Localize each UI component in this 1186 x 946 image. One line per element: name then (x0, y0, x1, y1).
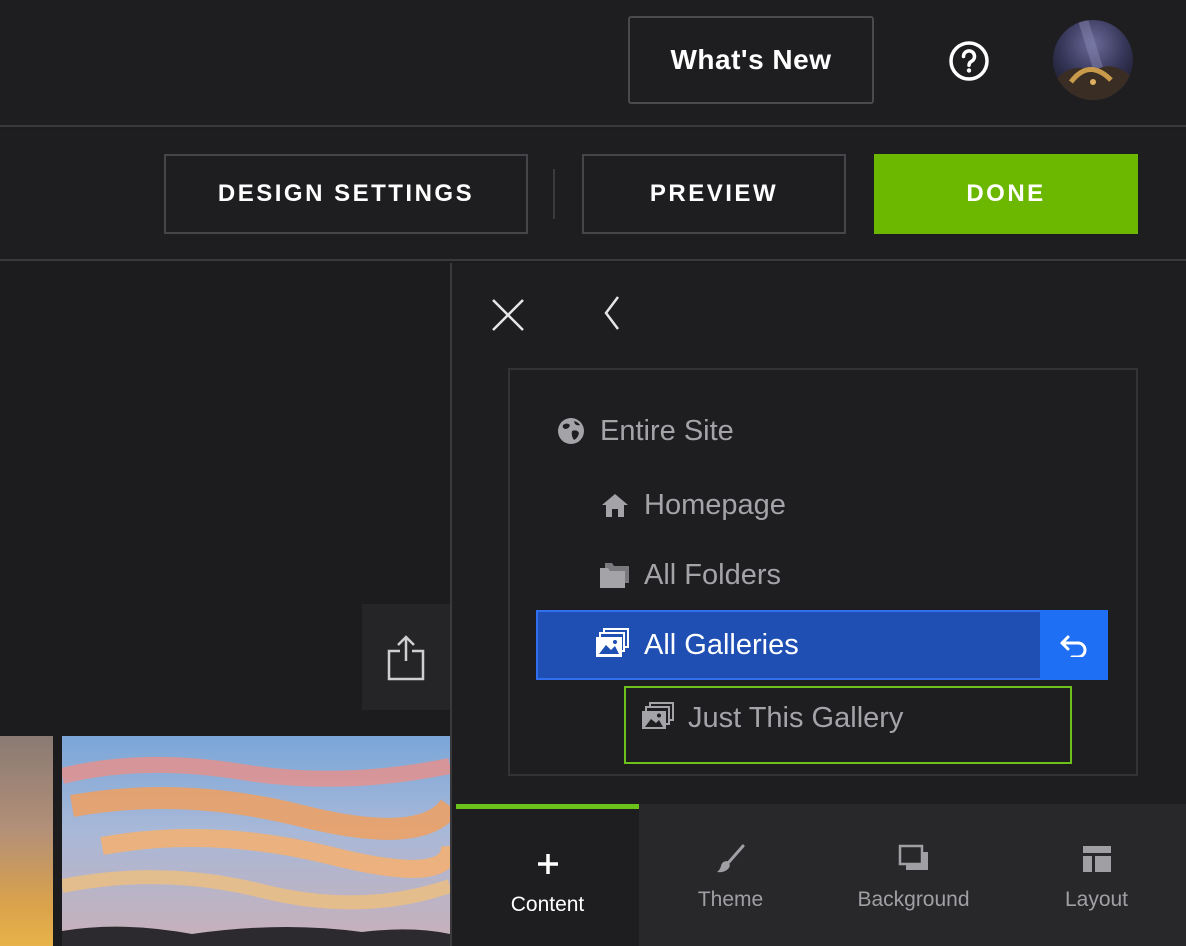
globe-icon (554, 414, 588, 448)
scope-item-label: Homepage (644, 488, 786, 521)
folders-icon (598, 558, 632, 592)
tab-label: Background (857, 888, 970, 911)
share-icon (387, 635, 425, 681)
scope-item-all-galleries[interactable]: All Galleries (536, 610, 1108, 680)
tab-label: Theme (697, 888, 764, 911)
gallery-thumbnail[interactable] (62, 736, 450, 946)
undo-icon (1060, 635, 1087, 657)
page-canvas (0, 263, 450, 946)
gallery-thumbnail[interactable] (0, 736, 53, 946)
tab-label: Content (510, 893, 585, 916)
scope-item-just-this-gallery[interactable]: Just This Gallery (624, 686, 1072, 764)
share-button[interactable] (362, 604, 450, 710)
close-icon[interactable] (488, 295, 528, 335)
scope-item-homepage[interactable]: Homepage (598, 488, 786, 522)
tab-background[interactable]: Background (822, 804, 1005, 946)
user-avatar[interactable] (1053, 20, 1133, 100)
panel-tabs: Content Theme Background Layout (456, 804, 1186, 946)
scope-item-all-folders[interactable]: All Folders (598, 558, 781, 592)
editor-toolbar: DESIGN SETTINGS PREVIEW DONE (0, 129, 1186, 261)
layout-icon (1005, 842, 1186, 876)
scope-item-label: All Galleries (644, 628, 799, 661)
scope-item-label: Just This Gallery (688, 701, 904, 734)
reset-button[interactable] (1040, 610, 1108, 680)
galleries-icon (596, 628, 630, 663)
help-icon[interactable] (948, 40, 990, 82)
tab-content[interactable]: Content (456, 804, 639, 946)
design-settings-button[interactable]: DESIGN SETTINGS (164, 154, 528, 234)
gallery-icon (642, 702, 674, 735)
toolbar-divider (553, 169, 555, 219)
plus-icon (456, 847, 639, 881)
tab-theme[interactable]: Theme (639, 804, 822, 946)
scope-item-label: Entire Site (600, 414, 734, 447)
tab-label: Layout (1064, 888, 1129, 911)
chevron-left-icon[interactable] (600, 293, 624, 333)
tab-layout[interactable]: Layout (1005, 804, 1186, 946)
scope-item-entire-site[interactable]: Entire Site (554, 414, 734, 448)
brush-icon (639, 842, 822, 876)
home-icon (598, 488, 632, 522)
scope-item-label: All Folders (644, 558, 781, 591)
done-button[interactable]: DONE (874, 154, 1138, 234)
design-panel: Entire Site Homepage All Folders All Gal… (450, 263, 1186, 946)
top-bar: What's New (0, 0, 1186, 127)
background-icon (822, 842, 1005, 876)
preview-button[interactable]: PREVIEW (582, 154, 846, 234)
scope-menu: Entire Site Homepage All Folders All Gal… (508, 368, 1138, 776)
whats-new-button[interactable]: What's New (628, 16, 874, 104)
